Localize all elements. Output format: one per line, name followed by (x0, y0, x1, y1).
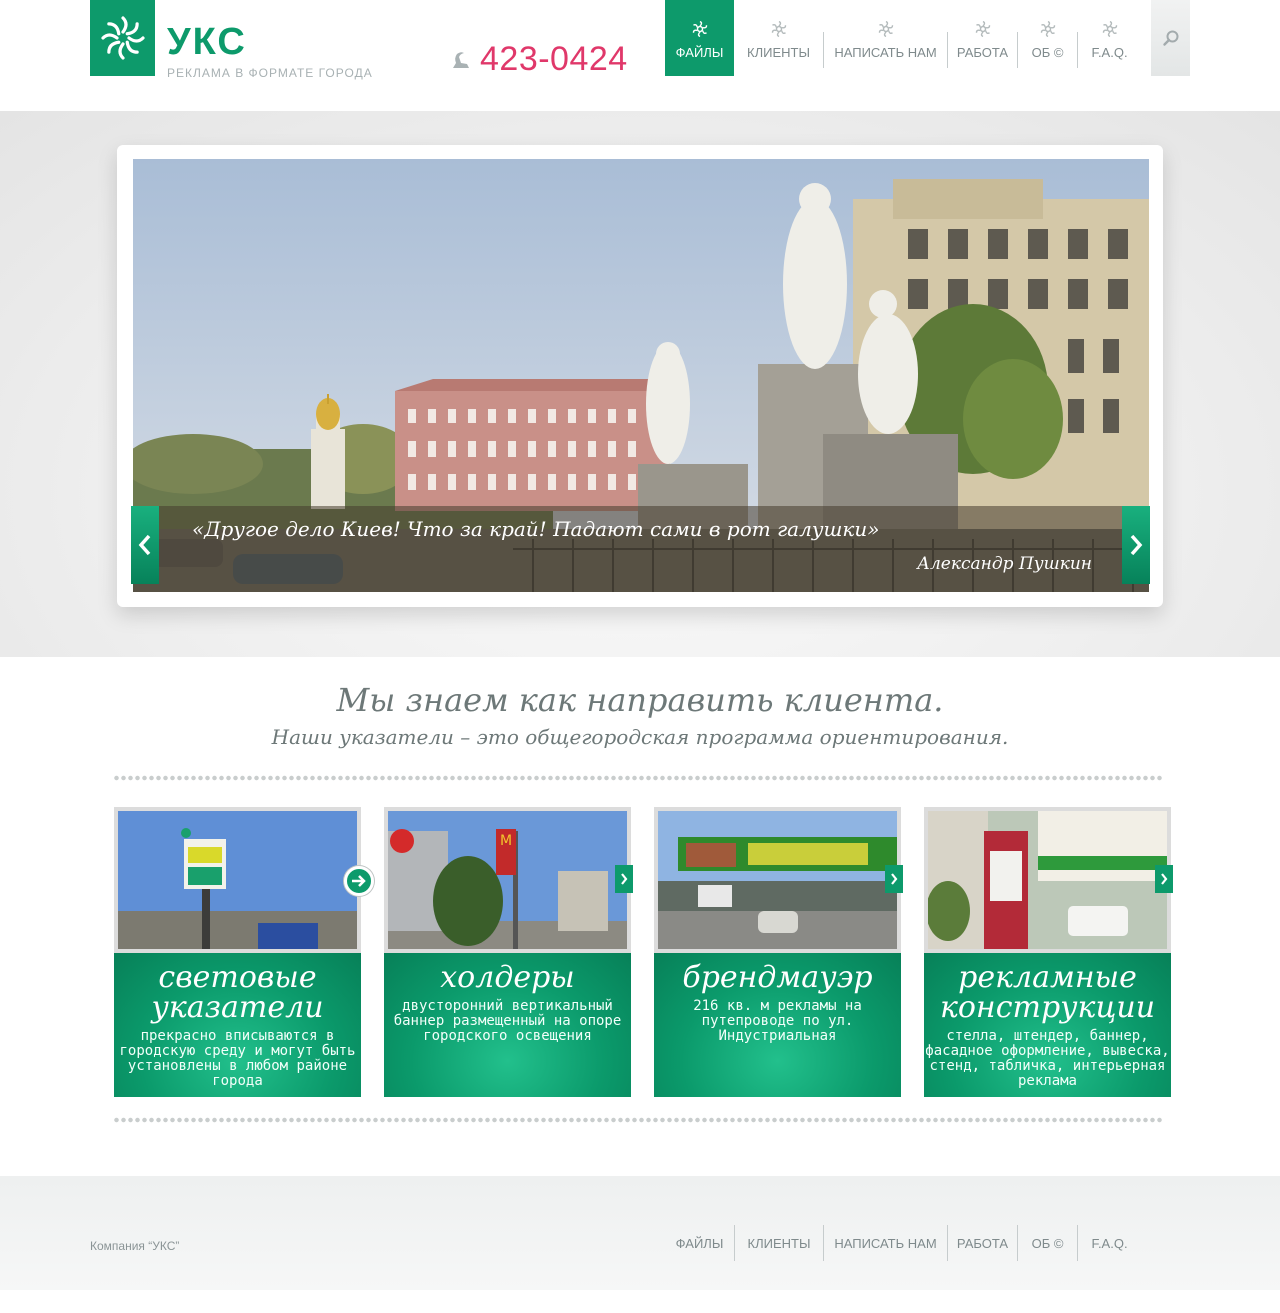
hero-quote: «Другое дело Киев! Что за край! Падают с… (192, 517, 880, 541)
dotted-divider (113, 775, 1163, 781)
card-body: брендмауэр 216 кв. м рекламы на путепров… (654, 953, 901, 1097)
service-card-firewall[interactable]: брендмауэр 216 кв. м рекламы на путепров… (654, 807, 903, 1097)
nav-item-contact[interactable]: НАПИСАТЬ НАМ (824, 0, 947, 76)
phone-number[interactable]: 423-0424 (480, 40, 628, 79)
card-body: рекламные конструкции стелла, штендер, б… (924, 953, 1171, 1097)
card-title: брендмауэр (682, 960, 873, 995)
card-text: 216 кв. м рекламы на путепроводе по ул. … (693, 998, 862, 1044)
flower-icon (1102, 20, 1117, 37)
arrow-right-icon (352, 875, 366, 887)
nav-item-about[interactable]: ОБ © (1018, 0, 1077, 76)
nav-label: ОБ © (1031, 44, 1064, 60)
chevron-right-icon (1130, 534, 1143, 556)
service-card-ad-structures[interactable]: рекламные конструкции стелла, штендер, б… (924, 807, 1173, 1097)
nav-item-clients[interactable]: КЛИЕНТЫ (734, 0, 823, 76)
copyright: Компания “УКС” (90, 1239, 180, 1253)
card-text: прекрасно вписываются в городскую среду … (119, 1028, 356, 1089)
card-photo (924, 807, 1171, 953)
logo-mark-icon (90, 0, 155, 76)
service-card-light-signs[interactable]: световые указатели прекрасно вписываются… (114, 807, 361, 1097)
flower-icon (1040, 20, 1055, 37)
nav-item-work[interactable]: РАБОТА (948, 0, 1017, 76)
nav-label: НАПИСАТЬ НАМ (834, 44, 937, 60)
svg-text:M: M (500, 833, 512, 849)
phone-block: 423-0424 (450, 40, 628, 79)
footer-nav-about[interactable]: ОБ © (1018, 1225, 1077, 1261)
footer-bottom (0, 1290, 1280, 1313)
nav-label: F.A.Q. (1091, 44, 1128, 60)
card-body: световые указатели прекрасно вписываются… (114, 953, 361, 1097)
footer-nav-work[interactable]: РАБОТА (948, 1225, 1017, 1261)
card-body: холдеры двусторонний вертикальный баннер… (384, 953, 631, 1097)
chevron-left-icon (138, 534, 151, 556)
card-arrow-button[interactable] (885, 865, 903, 893)
card-text: двусторонний вертикальный баннер размеще… (393, 998, 622, 1044)
nav-item-faq[interactable]: F.A.Q. (1078, 0, 1141, 76)
chevron-right-icon (1161, 873, 1168, 885)
footer-nav-files[interactable]: ФАЙЛЫ (665, 1225, 734, 1261)
card-title: холдеры (440, 960, 575, 995)
header: УКС РЕКЛАМА В ФОРМАТЕ ГОРОДА 423-0424 ФА… (0, 0, 1280, 111)
footer-nav-faq[interactable]: F.A.Q. (1078, 1225, 1141, 1261)
chevron-right-icon (621, 873, 628, 885)
brand-name: УКС (167, 21, 247, 63)
phone-icon (453, 51, 469, 68)
nav-item-files[interactable]: ФАЙЛЫ (665, 0, 734, 76)
slogan-title: Мы знаем как направить клиента. (336, 681, 944, 719)
card-photo: M (384, 807, 631, 953)
footer-nav-contact[interactable]: НАПИСАТЬ НАМ (824, 1225, 947, 1261)
card-title: световые указатели (151, 960, 324, 1025)
slider-prev-button[interactable] (131, 506, 159, 584)
main-nav: ФАЙЛЫ КЛИЕНТЫ НАПИСАТЬ НАМ РАБОТА ОБ © F… (665, 0, 1141, 76)
card-photo (114, 807, 361, 953)
hero-author: Александр Пушкин (917, 554, 1092, 574)
card-text: стелла, штендер, баннер, фасадное оформл… (925, 1028, 1170, 1089)
slogan-subtitle: Наши указатели – это общегородская прогр… (271, 725, 1009, 749)
brand-tagline: РЕКЛАМА В ФОРМАТЕ ГОРОДА (167, 66, 373, 80)
card-arrow-button[interactable] (615, 865, 633, 893)
search-button[interactable] (1151, 0, 1190, 76)
search-icon (1162, 30, 1178, 46)
nav-label: ФАЙЛЫ (675, 44, 724, 60)
flower-icon (878, 20, 893, 37)
nav-label: РАБОТА (956, 44, 1009, 60)
flower-icon (975, 20, 990, 37)
flower-icon (692, 20, 707, 37)
service-card-holders[interactable]: M холдеры двусторонний вертикальный банн… (384, 807, 633, 1097)
flower-icon (771, 20, 786, 37)
logo[interactable]: УКС РЕКЛАМА В ФОРМАТЕ ГОРОДА (90, 0, 373, 80)
chevron-right-icon (891, 873, 898, 885)
dotted-divider (113, 1117, 1163, 1123)
card-next-round-button[interactable] (344, 866, 374, 896)
nav-label: КЛИЕНТЫ (747, 44, 810, 60)
card-arrow-button[interactable] (1155, 865, 1173, 893)
card-title: рекламные конструкции (939, 960, 1156, 1025)
footer-nav-clients[interactable]: КЛИЕНТЫ (735, 1225, 823, 1261)
card-photo (654, 807, 901, 953)
slider-next-button[interactable] (1122, 506, 1150, 584)
footer-nav: ФАЙЛЫ КЛИЕНТЫ НАПИСАТЬ НАМ РАБОТА ОБ © F… (665, 1225, 1141, 1261)
